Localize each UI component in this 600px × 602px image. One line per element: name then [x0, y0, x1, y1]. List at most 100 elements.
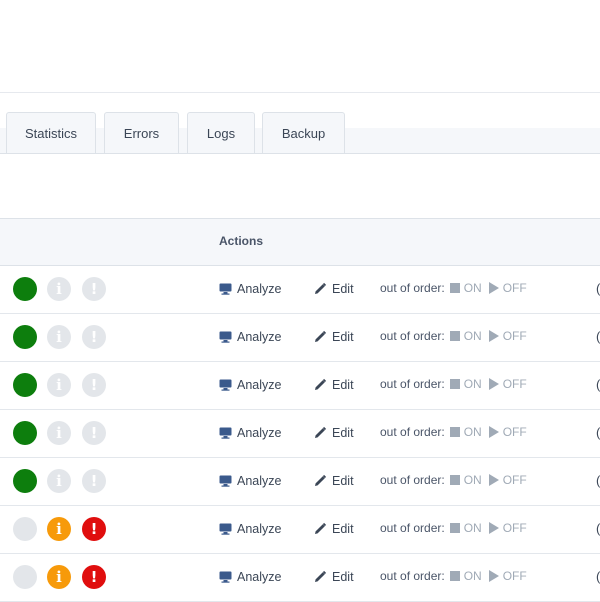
monitor-icon [219, 523, 232, 535]
edit-button[interactable]: Edit [313, 330, 354, 344]
on-toggle[interactable]: ON [449, 569, 482, 583]
out-of-order-control: out of order: ON OFF [380, 473, 527, 487]
status-dot-icon [13, 469, 37, 493]
analyze-label: Analyze [237, 426, 282, 440]
tab-statistics[interactable]: Statistics [6, 112, 96, 153]
analyze-button[interactable]: Analyze [219, 570, 281, 584]
off-toggle[interactable]: OFF [488, 569, 527, 583]
monitor-icon [219, 379, 232, 391]
on-toggle[interactable]: ON [449, 377, 482, 391]
info-icon: i [47, 373, 71, 397]
edit-label: Edit [332, 330, 354, 344]
on-toggle[interactable]: ON [449, 473, 482, 487]
off-toggle[interactable]: OFF [488, 377, 527, 391]
exclamation-icon: ! [82, 277, 106, 301]
off-toggle[interactable]: OFF [488, 281, 527, 295]
out-of-order-label: out of order: [380, 425, 445, 439]
status-dot-icon [13, 373, 37, 397]
truncated-cell: ( [596, 569, 600, 584]
edit-button[interactable]: Edit [313, 474, 354, 488]
exclamation-icon: ! [82, 325, 106, 349]
on-toggle[interactable]: ON [449, 425, 482, 439]
analyze-button[interactable]: Analyze [219, 426, 281, 440]
table-row: i! Analyze Edit out of order: ON OFF ( [0, 410, 600, 458]
exclamation-icon: ! [82, 421, 106, 445]
exclamation-icon: ! [82, 373, 106, 397]
tab-backup[interactable]: Backup [262, 112, 345, 153]
tab-errors[interactable]: Errors [104, 112, 179, 153]
off-toggle[interactable]: OFF [488, 425, 527, 439]
edit-button[interactable]: Edit [313, 426, 354, 440]
pencil-icon [313, 282, 327, 296]
on-label: ON [463, 425, 482, 439]
off-toggle[interactable]: OFF [488, 473, 527, 487]
devices-table: Actions i! Analyze Edit out of order: ON OFF (… [0, 218, 600, 602]
on-toggle[interactable]: ON [449, 521, 482, 535]
off-label: OFF [502, 521, 527, 535]
edit-button[interactable]: Edit [313, 378, 354, 392]
stop-icon [449, 283, 460, 293]
edit-button[interactable]: Edit [313, 570, 354, 584]
edit-label: Edit [332, 426, 354, 440]
pencil-icon [313, 522, 327, 536]
play-icon [488, 282, 499, 294]
table-row: i! Analyze Edit out of order: ON OFF ( [0, 554, 600, 602]
analyze-button[interactable]: Analyze [219, 522, 281, 536]
truncated-cell: ( [596, 521, 600, 536]
pencil-icon [313, 426, 327, 440]
info-icon: i [47, 469, 71, 493]
stop-icon [449, 571, 460, 581]
edit-label: Edit [332, 570, 354, 584]
play-icon [488, 330, 499, 342]
on-label: ON [463, 281, 482, 295]
monitor-icon [219, 283, 232, 295]
stop-icon [449, 331, 460, 341]
info-icon: i [47, 565, 71, 589]
out-of-order-control: out of order: ON OFF [380, 569, 527, 583]
tab-logs[interactable]: Logs [187, 112, 255, 153]
table-row: i! Analyze Edit out of order: ON OFF ( [0, 506, 600, 554]
status-dot-icon [13, 565, 37, 589]
exclamation-icon: ! [82, 469, 106, 493]
analyze-label: Analyze [237, 378, 282, 392]
out-of-order-label: out of order: [380, 569, 445, 583]
off-label: OFF [502, 569, 527, 583]
analyze-button[interactable]: Analyze [219, 474, 281, 488]
table-row: i! Analyze Edit out of order: ON OFF ( [0, 314, 600, 362]
on-toggle[interactable]: ON [449, 329, 482, 343]
out-of-order-label: out of order: [380, 377, 445, 391]
stop-icon [449, 427, 460, 437]
truncated-cell: ( [596, 377, 600, 392]
table-body: i! Analyze Edit out of order: ON OFF ( i! Analyz… [0, 266, 600, 602]
off-label: OFF [502, 281, 527, 295]
table-header: Actions [0, 219, 600, 266]
edit-button[interactable]: Edit [313, 522, 354, 536]
out-of-order-control: out of order: ON OFF [380, 281, 527, 295]
out-of-order-control: out of order: ON OFF [380, 329, 527, 343]
off-toggle[interactable]: OFF [488, 521, 527, 535]
play-icon [488, 474, 499, 486]
status-dot-icon [13, 325, 37, 349]
truncated-cell: ( [596, 281, 600, 296]
status-dot-icon [13, 517, 37, 541]
edit-label: Edit [332, 378, 354, 392]
off-toggle[interactable]: OFF [488, 329, 527, 343]
analyze-button[interactable]: Analyze [219, 282, 281, 296]
truncated-cell: ( [596, 329, 600, 344]
analyze-button[interactable]: Analyze [219, 330, 281, 344]
pencil-icon [313, 330, 327, 344]
pencil-icon [313, 570, 327, 584]
status-dot-icon [13, 421, 37, 445]
actions-column-header: Actions [219, 234, 264, 248]
status-dot-icon [13, 277, 37, 301]
play-icon [488, 522, 499, 534]
on-label: ON [463, 569, 482, 583]
info-icon: i [47, 421, 71, 445]
on-toggle[interactable]: ON [449, 281, 482, 295]
edit-button[interactable]: Edit [313, 282, 354, 296]
truncated-cell: ( [596, 473, 600, 488]
analyze-button[interactable]: Analyze [219, 378, 281, 392]
on-label: ON [463, 377, 482, 391]
edit-label: Edit [332, 282, 354, 296]
analyze-label: Analyze [237, 330, 282, 344]
